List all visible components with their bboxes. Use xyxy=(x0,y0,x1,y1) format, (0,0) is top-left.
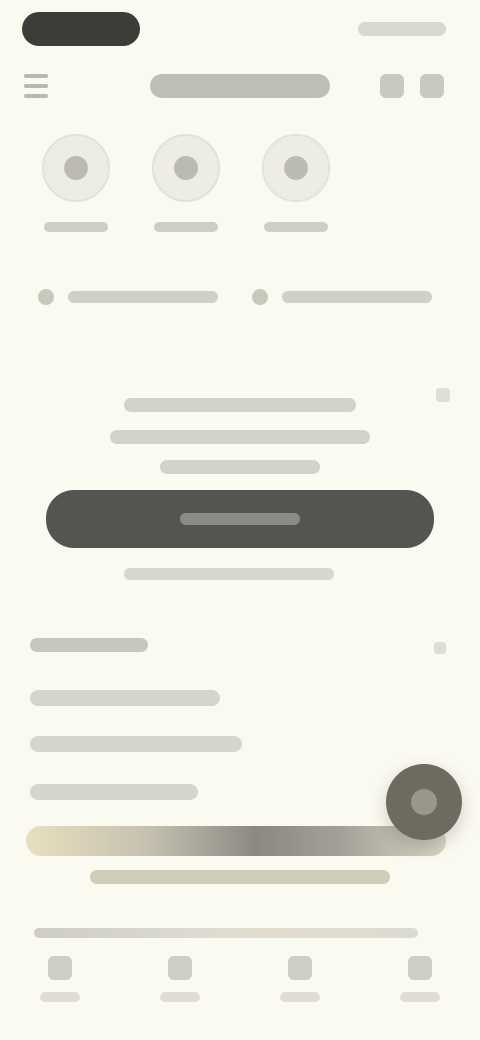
nav-item-home[interactable] xyxy=(30,948,90,1018)
chip-2[interactable] xyxy=(252,280,432,314)
circle-icon xyxy=(64,156,88,180)
chip-label xyxy=(68,291,218,303)
chevron-right-icon[interactable] xyxy=(434,642,446,654)
nav-item-bookmarks[interactable] xyxy=(270,948,330,1018)
nav-item-label xyxy=(160,992,200,1002)
nav-item-label xyxy=(40,992,80,1002)
nav-item-profile[interactable] xyxy=(390,948,450,1018)
app-header xyxy=(0,60,480,120)
nav-item-label xyxy=(280,992,320,1002)
quick-action-2[interactable] xyxy=(140,130,232,242)
quick-action-label xyxy=(154,222,218,232)
pin-icon xyxy=(252,289,268,305)
chip-row xyxy=(0,280,480,320)
card-body-line-1 xyxy=(110,430,370,444)
home-icon xyxy=(48,956,72,980)
nav-divider xyxy=(34,928,418,938)
card-body-line-2 xyxy=(160,460,320,474)
chevron-right-icon[interactable] xyxy=(436,388,450,402)
bottom-navigation xyxy=(0,914,480,1040)
nav-item-search[interactable] xyxy=(150,948,210,1018)
quick-action-icon-circle xyxy=(262,134,330,202)
content-card xyxy=(0,370,480,590)
menu-icon[interactable] xyxy=(24,74,48,98)
bookmark-icon xyxy=(288,956,312,980)
primary-button-label xyxy=(180,513,300,525)
card-headline xyxy=(124,398,356,412)
promo-banner-text xyxy=(90,870,390,884)
notification-icon[interactable] xyxy=(380,74,404,98)
quick-action-icon-circle xyxy=(42,134,110,202)
promo-banner[interactable] xyxy=(26,826,446,856)
chevron-icon xyxy=(284,156,308,180)
tag-icon xyxy=(38,289,54,305)
status-icons xyxy=(358,22,446,36)
chip-label xyxy=(282,291,432,303)
app-title xyxy=(150,74,330,98)
quick-actions xyxy=(0,130,480,250)
profile-icon xyxy=(408,956,432,980)
list-item[interactable] xyxy=(30,784,198,800)
dot-icon xyxy=(174,156,198,180)
quick-action-label xyxy=(264,222,328,232)
status-time-pill xyxy=(22,12,140,46)
quick-action-label xyxy=(44,222,108,232)
nav-item-label xyxy=(400,992,440,1002)
chip-1[interactable] xyxy=(38,280,218,314)
section-title xyxy=(30,638,148,652)
floating-action-button[interactable] xyxy=(386,764,462,840)
secondary-link[interactable] xyxy=(124,568,334,580)
quick-action-icon-circle xyxy=(152,134,220,202)
plus-icon xyxy=(411,789,437,815)
quick-action-1[interactable] xyxy=(30,130,122,242)
status-bar xyxy=(0,0,480,60)
primary-button[interactable] xyxy=(46,490,434,548)
search-icon xyxy=(168,956,192,980)
quick-action-3[interactable] xyxy=(250,130,342,242)
list-item[interactable] xyxy=(30,736,242,752)
profile-icon[interactable] xyxy=(420,74,444,98)
list-item[interactable] xyxy=(30,690,220,706)
